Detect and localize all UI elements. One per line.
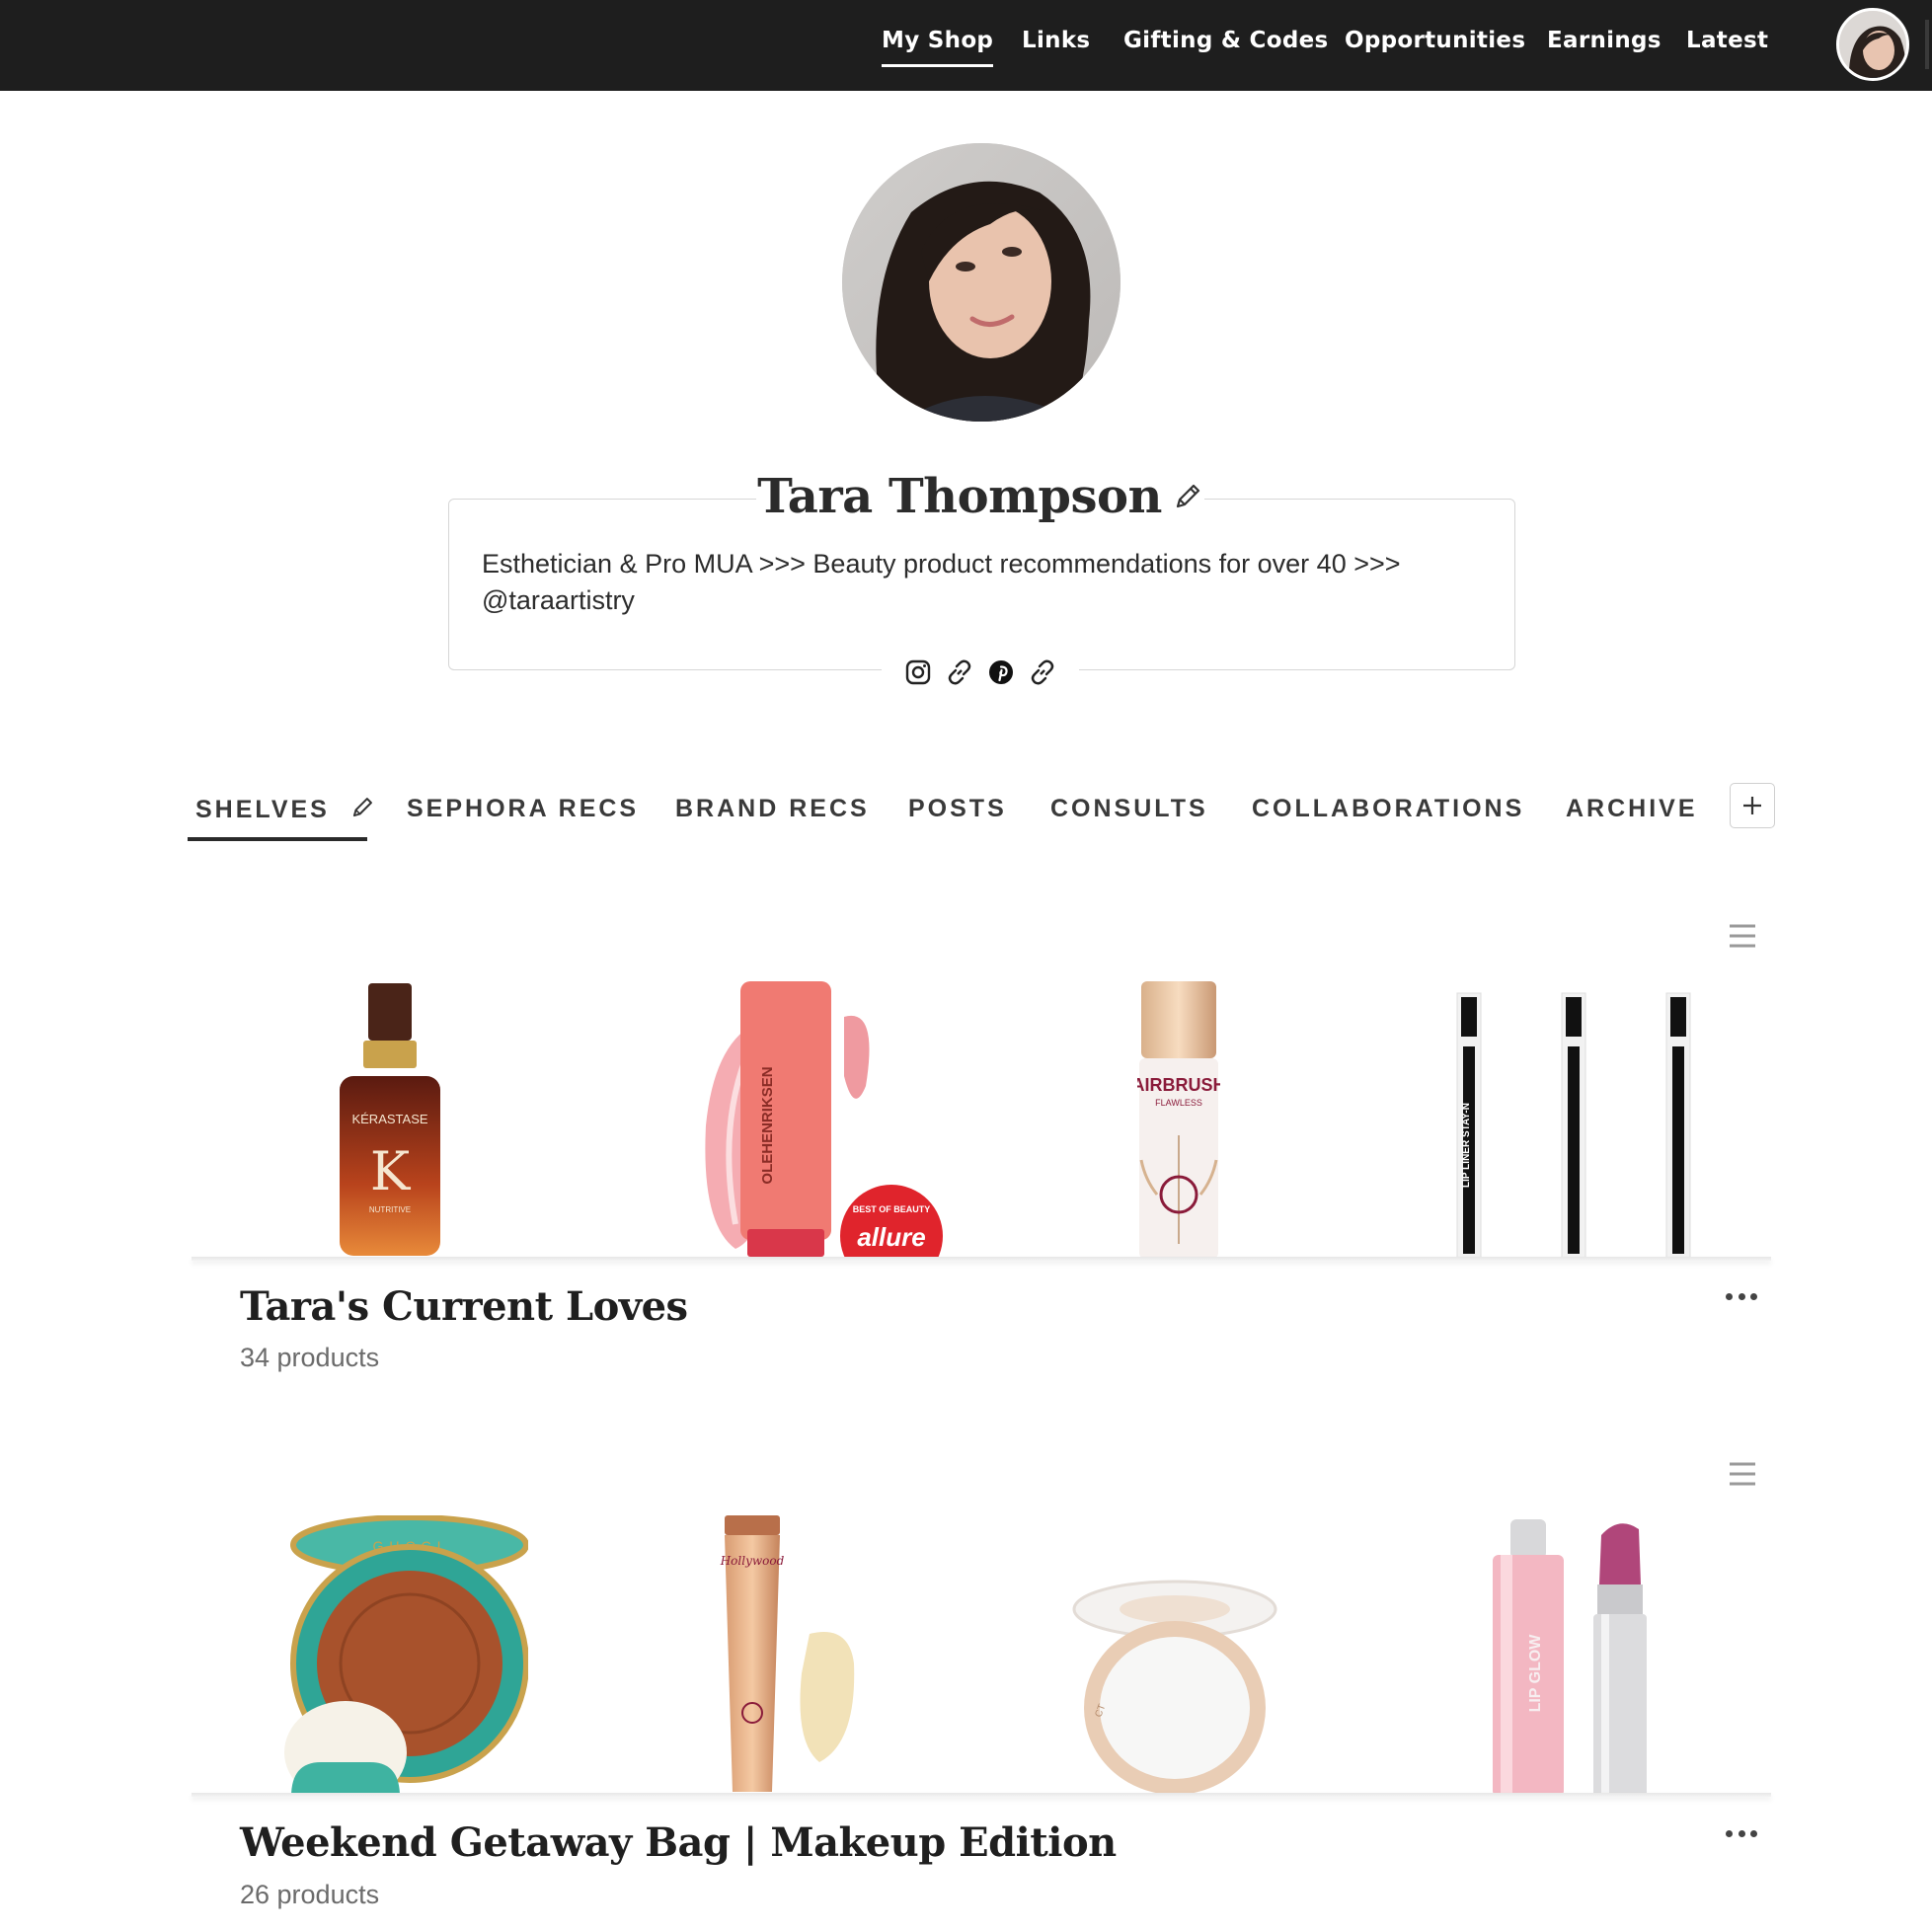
shelf-title[interactable]: Weekend Getaway Bag | Makeup Edition bbox=[240, 1819, 1117, 1866]
tab-archive[interactable]: ARCHIVE bbox=[1566, 795, 1698, 823]
avatar-image bbox=[1839, 11, 1906, 78]
plus-icon bbox=[1743, 797, 1761, 814]
scrollbar-edge bbox=[1925, 20, 1929, 69]
tab-posts[interactable]: POSTS bbox=[908, 795, 1007, 823]
product-image: KÉRASTASE K NUTRITIVE bbox=[340, 983, 440, 1256]
svg-text:K: K bbox=[370, 1140, 412, 1202]
instagram-icon[interactable] bbox=[902, 657, 934, 688]
shelf-title[interactable]: Tara's Current Loves bbox=[240, 1283, 688, 1330]
top-navigation-bar: My Shop Links Gifting & Codes Opportunit… bbox=[0, 0, 1932, 91]
product-airbrush-setting-spray[interactable]: AIRBRUSH FLAWLESS bbox=[1137, 977, 1220, 1259]
tab-shelves-label: SHELVES bbox=[195, 796, 330, 823]
profile-name: Tara Thompson bbox=[757, 469, 1162, 524]
social-links bbox=[882, 652, 1079, 693]
sub-label: NUTRITIVE bbox=[369, 1205, 411, 1214]
tab-brand-recs[interactable]: BRAND RECS bbox=[675, 795, 870, 823]
brand-label: LIP GLOW bbox=[1527, 1634, 1544, 1713]
profile-name-block: Tara Thompson bbox=[756, 464, 1204, 529]
product-image: AIRBRUSH FLAWLESS bbox=[1137, 981, 1220, 1259]
nav-links[interactable]: Links bbox=[1022, 28, 1090, 53]
product-image: LIP GLOW bbox=[1493, 1519, 1647, 1797]
shelf-product-count: 26 products bbox=[240, 1880, 380, 1909]
pencil-icon[interactable] bbox=[1172, 481, 1203, 512]
tab-consults[interactable]: CONSULTS bbox=[1050, 795, 1208, 823]
active-tab-indicator bbox=[188, 837, 367, 841]
link-icon[interactable] bbox=[944, 657, 975, 688]
more-options-icon[interactable] bbox=[1726, 1826, 1757, 1840]
bio-line-2: @taraartistry bbox=[482, 585, 635, 615]
brand-label: LIP LINER STAY-N bbox=[1461, 1103, 1472, 1188]
product-ole-henriksen-lip[interactable]: OLEHENRIKSEN allure BEST OF BEAUTY bbox=[696, 977, 958, 1259]
nav-earnings[interactable]: Earnings bbox=[1547, 28, 1662, 53]
shelf-divider bbox=[192, 1793, 1771, 1797]
product-lip-liner-set[interactable]: LIP LINER STAY-N bbox=[1443, 987, 1720, 1259]
brand-label: KÉRASTASE bbox=[351, 1112, 427, 1126]
badge-label: allure bbox=[857, 1222, 925, 1252]
product-image: LIP LINER STAY-N bbox=[1456, 992, 1691, 1259]
shelf-product-count: 34 products bbox=[240, 1343, 380, 1372]
link-icon[interactable] bbox=[1027, 657, 1058, 688]
brand-label: AIRBRUSH bbox=[1137, 1075, 1220, 1095]
product-image: Hollywood bbox=[720, 1515, 855, 1792]
sub-label: FLAWLESS bbox=[1155, 1098, 1202, 1108]
product-image: GUCCI bbox=[284, 1515, 528, 1797]
pencil-icon[interactable] bbox=[349, 795, 375, 820]
add-tab-button[interactable] bbox=[1730, 783, 1775, 828]
more-options-icon[interactable] bbox=[1726, 1289, 1757, 1303]
product-image: CT bbox=[1072, 1580, 1277, 1795]
bio-text: Esthetician & Pro MUA >>> Beauty product… bbox=[482, 546, 1489, 619]
product-kerastase-serum[interactable]: KÉRASTASE K NUTRITIVE bbox=[336, 977, 444, 1256]
nav-my-shop[interactable]: My Shop bbox=[882, 28, 994, 67]
brand-label: Hollywood bbox=[720, 1554, 785, 1568]
product-gucci-bronzer[interactable]: GUCCI bbox=[252, 1515, 528, 1797]
tab-collaborations[interactable]: COLLABORATIONS bbox=[1252, 795, 1524, 823]
bio-line-1: Esthetician & Pro MUA >>> Beauty product… bbox=[482, 549, 1401, 579]
drag-handle-icon[interactable] bbox=[1728, 1461, 1757, 1487]
badge-top-label: BEST OF BEAUTY bbox=[853, 1204, 931, 1214]
shelf-divider bbox=[192, 1257, 1771, 1261]
profile-photo bbox=[842, 143, 1121, 422]
product-hollywood-beauty-light-wand[interactable]: Hollywood bbox=[711, 1515, 859, 1797]
tab-sephora-recs[interactable]: SEPHORA RECS bbox=[407, 795, 639, 823]
user-avatar-menu[interactable] bbox=[1836, 8, 1909, 81]
tab-shelves[interactable]: SHELVES bbox=[195, 795, 375, 824]
nav-latest[interactable]: Latest bbox=[1686, 28, 1768, 53]
pinterest-icon[interactable] bbox=[985, 657, 1017, 688]
profile-avatar[interactable] bbox=[842, 143, 1121, 422]
product-airbrush-powder[interactable]: CT bbox=[1071, 1580, 1278, 1797]
product-dior-lip-glow[interactable]: LIP GLOW bbox=[1491, 1515, 1659, 1797]
product-image: OLEHENRIKSEN allure BEST OF BEAUTY bbox=[705, 981, 943, 1259]
nav-gifting-codes[interactable]: Gifting & Codes bbox=[1123, 28, 1329, 53]
brand-label: OLEHENRIKSEN bbox=[759, 1066, 776, 1184]
nav-opportunities[interactable]: Opportunities bbox=[1345, 28, 1525, 53]
drag-handle-icon[interactable] bbox=[1728, 923, 1757, 949]
